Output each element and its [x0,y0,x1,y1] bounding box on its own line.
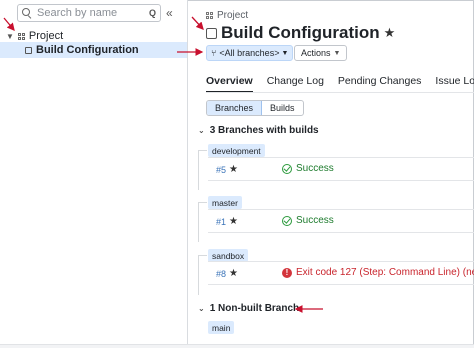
branch-tag[interactable]: development [208,144,265,157]
tab-issue-log[interactable]: Issue Log [435,75,474,93]
project-icon [17,32,25,40]
success-icon [282,163,292,174]
group-connector [198,255,207,256]
actions-label: Actions [301,48,331,58]
build-number-link[interactable]: #5 ★ [216,164,238,175]
build-row[interactable]: #8 ★ ! Exit code 127 (Step: Command Line… [208,261,474,285]
build-status[interactable]: Success [282,163,334,174]
chevron-down-icon: ▼ [281,49,289,57]
breadcrumb-project[interactable]: Project [217,10,248,21]
search-placeholder: Search by name [37,7,118,19]
branch-tag[interactable]: main [208,321,235,334]
search-shortcut-hint: Q [148,8,156,18]
section-title: 1 Non-built Branch [209,303,300,314]
build-config-icon [25,46,32,54]
branch-icon: ⑂ [211,48,217,58]
build-row[interactable]: #5 ★ Success [208,157,474,181]
build-number[interactable]: #8 [216,269,226,279]
chevron-down-icon[interactable]: ⌄ [198,304,205,313]
bottom-edge [0,344,474,348]
chevron-down-icon[interactable]: ▼ [6,32,14,41]
build-status-text: Success [296,163,334,174]
tab-divider [206,92,474,93]
build-status-text: Success [296,215,334,226]
breadcrumb[interactable]: Project [206,10,248,21]
collapse-sidebar-icon[interactable]: « [166,6,172,20]
group-connector [198,150,199,190]
main-panel: Project Build Configuration ★ ⑂ <All bra… [189,0,474,348]
build-row[interactable]: #1 ★ Success [208,209,474,233]
branch-tag[interactable]: master [208,196,242,209]
tab-overview[interactable]: Overview [206,75,253,93]
group-connector [198,150,207,151]
non-built-branches-header[interactable]: ⌄ 1 Non-built Branch [198,303,299,314]
branch-selector[interactable]: ⑂ <All branches> ▼ [206,45,294,61]
branch-selector-label: <All branches> [219,48,280,58]
star-icon[interactable]: ★ [229,216,238,227]
build-number-link[interactable]: #8 ★ [216,268,238,279]
chevron-down-icon: ▼ [333,49,341,57]
chevron-down-icon[interactable]: ⌄ [198,126,205,135]
success-icon [282,215,292,226]
build-status[interactable]: ! Exit code 127 (Step: Command Line) (ne… [282,267,474,278]
star-icon[interactable]: ★ [384,25,396,41]
group-connector [198,255,199,295]
search-input[interactable]: Search by name Q [17,4,161,22]
build-number[interactable]: #1 [216,217,226,227]
section-title: 3 Branches with builds [209,125,319,136]
sidebar-item-build-configuration[interactable]: Build Configuration [0,42,187,58]
branches-with-builds-header[interactable]: ⌄ 3 Branches with builds [198,125,319,136]
group-connector [198,202,199,242]
project-icon [206,12,213,19]
tab-pending-changes[interactable]: Pending Changes [338,75,421,93]
tab-change-log[interactable]: Change Log [267,75,324,93]
page-title: Build Configuration ★ [206,23,395,43]
page-title-text: Build Configuration [221,23,380,42]
sidebar-item-label: Project [28,30,64,42]
search-icon [22,8,32,18]
sidebar: Search by name Q « ▼ Project Build Confi… [0,0,188,348]
toggle-builds[interactable]: Builds [262,101,303,115]
error-icon: ! [282,267,292,278]
build-status-text: Exit code 127 (Step: Command Line) (new) [296,267,474,278]
view-toggle: Branches Builds [206,100,304,116]
build-number-link[interactable]: #1 ★ [216,216,238,227]
star-icon[interactable]: ★ [229,164,238,175]
star-icon[interactable]: ★ [229,268,238,279]
build-status[interactable]: Success [282,215,334,226]
toggle-branches[interactable]: Branches [207,101,263,115]
tab-bar: Overview Change Log Pending Changes Issu… [206,75,474,93]
build-number[interactable]: #5 [216,165,226,175]
actions-button[interactable]: Actions ▼ [294,45,348,61]
group-connector [198,202,207,203]
build-config-icon [206,27,217,39]
sidebar-item-label: Build Configuration [36,44,139,56]
